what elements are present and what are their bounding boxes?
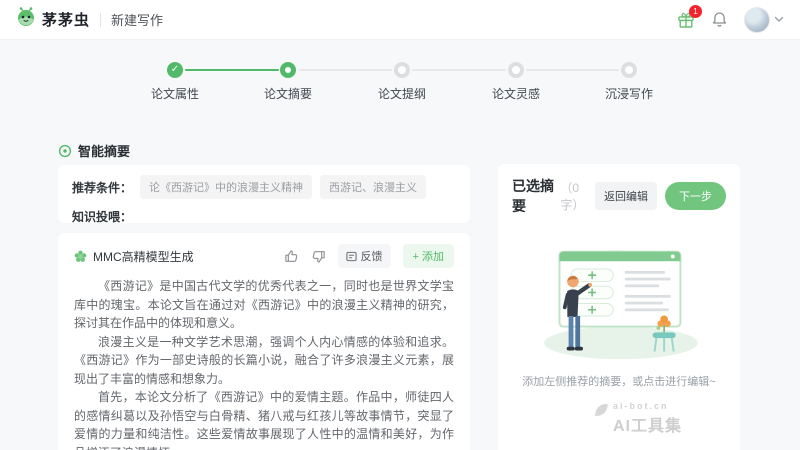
step-immersive-writing[interactable]: 沉浸写作 [584,62,674,102]
next-step-button[interactable]: 下一步 [665,182,726,210]
step-done-icon [167,62,183,78]
condition-tag[interactable]: 西游记、浪漫主义 [320,175,427,199]
logo-icon [16,7,36,32]
step-todo-icon [394,62,410,78]
word-count: （0字） [560,181,585,212]
user-menu[interactable] [744,6,784,33]
progress-stepper: 论文属性 论文摘要 论文提纲 论文灵感 沉浸写作 [130,62,670,104]
header-divider [100,12,102,27]
step-paper-outline[interactable]: 论文提纲 [357,62,447,102]
watermark-leaf-icon [595,404,608,416]
model-flower-icon [74,250,87,262]
selected-abstract-title: 已选摘要 [512,178,554,214]
thumbs-down-icon [312,250,325,263]
conditions-label: 推荐条件： [72,180,133,195]
feedback-button[interactable]: 反馈 [337,244,391,268]
thumbs-down-button[interactable] [311,249,326,264]
generated-abstract-card: MMC高精模型生成 反馈 + 添加 《西游记》是中国古代文学的优秀代表之一，同时… [58,233,470,450]
top-header: 茅茅虫 新建写作 1 [0,0,800,40]
watermark-site: ai-bot.cn [613,401,669,411]
model-actions: 反馈 + 添加 [284,244,454,268]
selected-abstract-card: 已选摘要 （0字） 返回编辑 下一步 添加左侧推荐的摘要，或点击进行编辑~ ai… [498,164,740,450]
abstract-paragraph: 首先，本论文分析了《西游记》中的爱情主题。作品中，师徒四人的感情纠葛以及孙悟空与… [74,390,454,450]
gift-badge: 1 [689,4,702,18]
notification-bell-button[interactable] [711,11,728,28]
abstract-text[interactable]: 《西游记》是中国古代文学的优秀代表之一，同时也是世界文学宝库中的瑰宝。本论文旨在… [74,277,454,450]
header-buttons: 返回编辑 下一步 [595,182,726,210]
knowledge-feed-label: 知识投喂： [72,210,133,224]
feedback-icon [345,251,357,261]
smart-abstract-icon [58,144,72,157]
abstract-paragraph: 浪漫主义是一种文学艺术思潮，强调个人内心情感的体验和追求。《西游记》作为一部史诗… [74,334,454,386]
step-paper-abstract[interactable]: 论文摘要 [243,62,333,102]
step-paper-inspiration[interactable]: 论文灵感 [471,62,561,102]
model-name: MMC高精模型生成 [93,249,194,264]
step-paper-attributes[interactable]: 论文属性 [130,62,220,102]
recommend-conditions-card: 推荐条件： 论《西游记》中的浪漫主义精神 西游记、浪漫主义 知识投喂： [58,165,470,226]
step-current-icon [280,62,296,78]
page-title: 新建写作 [111,13,164,28]
watermark: ai-bot.cn AI工具集 [593,401,682,436]
watermark-name: AI工具集 [613,418,683,435]
thumbs-up-icon [284,249,297,262]
selected-abstract-header: 已选摘要 （0字） 返回编辑 下一步 [512,176,726,216]
app-root: 茅茅虫 新建写作 1 ✓ 论文属性 论文摘要 论文提纲 论文灵感 沉浸写作 智能… [0,0,800,450]
empty-state-hint: 添加左侧推荐的摘要，或点击进行编辑~ [522,376,716,388]
step-todo-icon [508,62,524,78]
add-abstract-button[interactable]: + 添加 [402,244,454,268]
smart-abstract-title: 智能摘要 [58,141,130,160]
conditions-row: 推荐条件： 论《西游记》中的浪漫主义精神 西游记、浪漫主义 [72,175,456,199]
step-todo-icon [621,62,637,78]
model-row: MMC高精模型生成 反馈 + 添加 [74,244,454,268]
empty-state-illustration [544,249,698,360]
header-actions: 1 [677,4,784,33]
abstract-paragraph: 《西游记》是中国古代文学的优秀代表之一，同时也是世界文学宝库中的瑰宝。本论文旨在… [74,279,454,330]
thumbs-up-button[interactable] [284,249,299,264]
condition-tag[interactable]: 论《西游记》中的浪漫主义精神 [140,175,313,199]
avatar[interactable] [744,6,770,33]
knowledge-feed-row: 知识投喂： [72,208,456,226]
brand-name: 茅茅虫 [42,12,91,29]
chevron-down-icon [774,16,784,22]
back-to-edit-button[interactable]: 返回编辑 [595,182,657,210]
bell-icon [712,12,727,27]
gift-button[interactable]: 1 [677,4,702,29]
